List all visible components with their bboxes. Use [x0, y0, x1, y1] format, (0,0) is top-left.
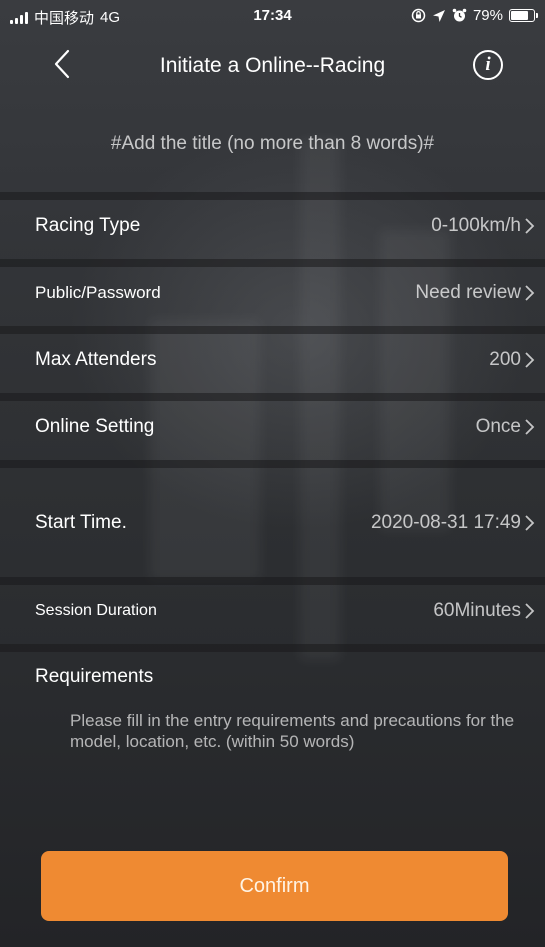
row-value: 0-100km/h	[431, 214, 521, 236]
divider	[0, 644, 545, 652]
row-value: 200	[489, 348, 521, 370]
title-placeholder: #Add the title (no more than 8 words)#	[110, 133, 435, 154]
status-bar: 中国移动 4G 17:34 79%	[0, 0, 545, 32]
row-label: Start Time.	[35, 511, 127, 533]
battery-fill	[511, 11, 529, 20]
row-public-password[interactable]: Public/Password Need review	[0, 259, 545, 326]
row-value: 2020-08-31 17:49	[370, 511, 521, 533]
row-value-area: 0-100km/h	[431, 215, 535, 237]
row-start-time[interactable]: Start Time. 2020-08-31 17:49	[0, 468, 545, 577]
status-right: 79%	[411, 7, 538, 24]
page-title: Initiate a Online--Racing	[159, 54, 386, 77]
row-label: Public/Password	[35, 282, 161, 302]
divider	[0, 460, 545, 468]
row-value: 60Minutes	[433, 599, 521, 621]
orientation-lock-icon	[411, 8, 426, 23]
battery-percent: 79%	[472, 7, 503, 24]
row-value-area: 60Minutes	[433, 600, 535, 622]
chevron-right-icon	[525, 418, 535, 435]
row-label: Racing Type	[35, 214, 141, 236]
chevron-right-icon	[525, 602, 535, 619]
row-session-duration[interactable]: Session Duration 60Minutes	[0, 577, 545, 644]
chevron-right-icon	[525, 217, 535, 234]
requirements-label: Requirements	[35, 666, 154, 687]
alarm-icon	[452, 8, 467, 22]
row-racing-type[interactable]: Racing Type 0-100km/h	[0, 192, 545, 259]
info-icon: i	[485, 54, 491, 75]
chevron-right-icon	[525, 284, 535, 301]
screen: 中国移动 4G 17:34 79% Initiate a Online--Rac…	[0, 0, 545, 947]
row-label: Online Setting	[35, 415, 155, 437]
chevron-right-icon	[525, 351, 535, 368]
row-max-attenders[interactable]: Max Attenders 200	[0, 326, 545, 393]
chevron-right-icon	[525, 514, 535, 531]
row-online-setting[interactable]: Online Setting Once	[0, 393, 545, 460]
row-value-area: 2020-08-31 17:49	[371, 512, 535, 534]
requirements-input[interactable]: Please fill in the entry requirements an…	[70, 710, 520, 752]
row-value: Once	[475, 415, 521, 437]
row-value: Need review	[415, 281, 521, 303]
confirm-button[interactable]: Confirm	[41, 851, 508, 921]
row-value-area: Once	[476, 416, 535, 438]
nav-bar: Initiate a Online--Racing i	[0, 32, 545, 96]
row-value-area: Need review	[415, 282, 535, 304]
row-label: Max Attenders	[35, 348, 157, 370]
title-input[interactable]: #Add the title (no more than 8 words)#	[0, 96, 545, 192]
location-icon	[432, 9, 445, 22]
info-button[interactable]: i	[473, 50, 503, 80]
battery-icon	[509, 9, 538, 22]
row-label: Session Duration	[35, 601, 157, 619]
row-value-area: 200	[489, 349, 535, 371]
